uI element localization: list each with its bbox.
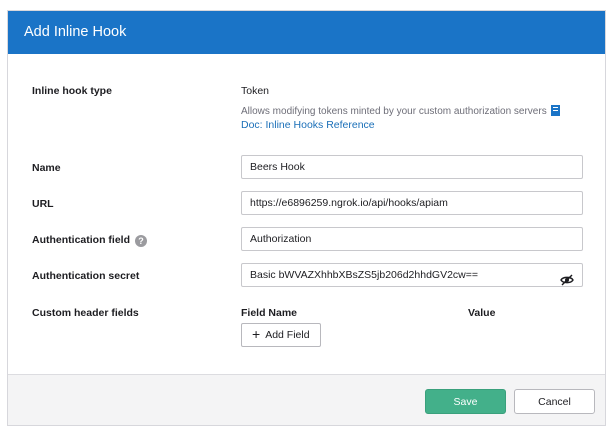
save-button[interactable]: Save (425, 389, 506, 414)
inline-hook-type-value: Token (241, 85, 270, 97)
authentication-field-label-text: Authentication field (32, 234, 130, 246)
url-label: URL (32, 198, 54, 210)
name-input[interactable] (241, 155, 583, 179)
dialog-header: Add Inline Hook (8, 11, 605, 54)
authentication-field-label: Authentication field? (32, 234, 147, 247)
dialog-footer: Save Cancel (8, 374, 605, 425)
doc-inline-hooks-link[interactable]: Doc: Inline Hooks Reference (241, 119, 375, 131)
value-column-header: Value (468, 307, 496, 319)
dialog-title: Add Inline Hook (24, 24, 127, 40)
eye-slash-icon[interactable] (560, 274, 574, 286)
name-label: Name (32, 162, 61, 174)
add-inline-hook-dialog: Add Inline Hook Inline hook type Token A… (7, 10, 606, 426)
add-field-button[interactable]: + Add Field (241, 323, 321, 347)
url-input[interactable] (241, 191, 583, 215)
add-field-label: Add Field (265, 329, 310, 341)
authentication-secret-input[interactable] (241, 263, 583, 287)
inline-hook-type-label: Inline hook type (32, 85, 112, 97)
authentication-field-input[interactable] (241, 227, 583, 251)
plus-icon: + (252, 326, 261, 342)
field-name-column-header: Field Name (241, 307, 298, 319)
custom-header-fields-label: Custom header fields (32, 307, 139, 319)
authentication-secret-label: Authentication secret (32, 270, 140, 282)
description-text: Allows modifying tokens minted by your c… (241, 106, 547, 117)
help-icon[interactable]: ? (135, 235, 147, 247)
cancel-button[interactable]: Cancel (514, 389, 595, 414)
inline-hook-type-description: Allows modifying tokens minted by your c… (241, 105, 560, 117)
book-icon (550, 105, 560, 116)
